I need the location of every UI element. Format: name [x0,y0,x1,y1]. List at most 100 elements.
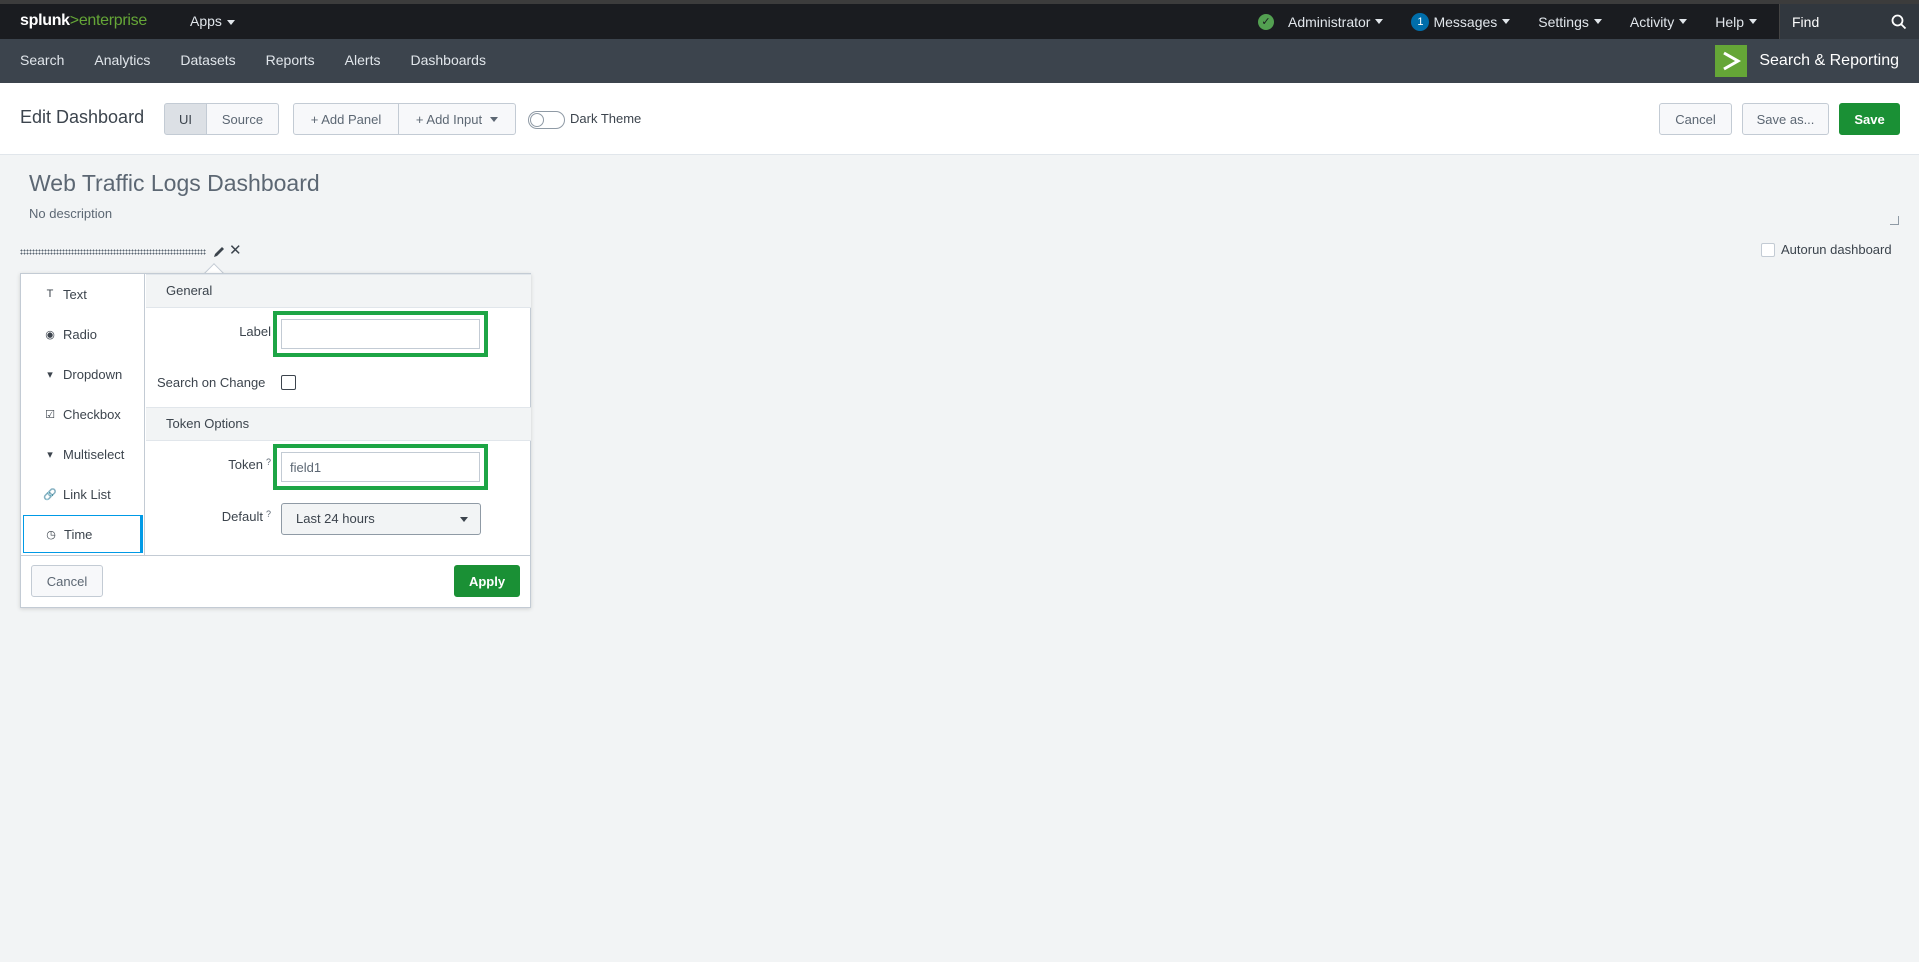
help-icon[interactable]: ? [266,457,271,467]
find-input[interactable]: Find [1779,4,1919,39]
dark-theme-toggle[interactable] [528,111,565,129]
app-logo-icon [1715,45,1748,77]
find-placeholder: Find [1792,13,1820,30]
link-type-icon: 🔗 [43,488,57,501]
add-input-button[interactable]: + Add Input [398,103,516,135]
app-nav: Search Analytics Datasets Reports Alerts… [20,52,516,68]
chevron-down-icon [460,517,468,522]
token-field-label: Token? [171,457,271,472]
source-mode-button[interactable]: Source [206,103,279,135]
user-label: Administrator [1287,13,1371,30]
text-type-icon: T [46,288,54,300]
nav-reports[interactable]: Reports [266,52,315,68]
default-label-text: Default [221,509,263,524]
pencil-icon[interactable] [212,245,226,259]
splunk-logo[interactable]: splunk>enterprise [20,12,147,30]
save-button[interactable]: Save [1839,103,1900,135]
checkbox-type-icon: ☑ [45,408,55,421]
dashboard-title[interactable]: Web Traffic Logs Dashboard [29,170,320,197]
general-section-header: General [146,274,531,308]
default-time-dropdown[interactable]: Last 24 hours [281,503,481,535]
search-on-change-checkbox[interactable] [281,375,296,390]
logo-text: splunk [20,12,70,29]
nav-alerts[interactable]: Alerts [345,52,381,68]
nav-datasets[interactable]: Datasets [180,52,235,68]
help-label: Help [1715,13,1744,30]
dashboard-description[interactable]: No description [29,206,112,221]
clock-icon: ◷ [46,528,56,541]
add-input-label: + Add Input [415,111,483,127]
type-label: Dropdown [63,366,123,382]
type-dropdown[interactable]: ▾ Dropdown [23,355,143,393]
dropdown-type-icon: ▾ [47,368,53,381]
nav-search[interactable]: Search [20,52,64,68]
type-time[interactable]: ◷ Time [23,515,143,553]
apps-menu[interactable]: Apps [190,13,235,29]
default-time-value: Last 24 hours [296,511,375,526]
add-panel-button[interactable]: + Add Panel [293,103,399,135]
input-type-list: T Text ◉ Radio ▾ Dropdown ☑ Checkbox ▾ Multis… [21,274,145,555]
messages-count-badge: 1 [1411,12,1430,31]
label-field-label: Label [239,324,271,339]
type-label: Multiselect [63,446,125,462]
autorun-checkbox[interactable]: Autorun dashboard [1761,242,1892,257]
label-input[interactable] [281,319,480,349]
chevron-down-icon [1502,19,1511,24]
cancel-button[interactable]: Cancel [1659,103,1732,135]
search-icon[interactable] [1891,14,1907,30]
nav-dashboards[interactable]: Dashboards [410,52,486,68]
edit-dashboard-title: Edit Dashboard [20,107,145,127]
autorun-label: Autorun dashboard [1781,242,1892,257]
token-input[interactable] [281,452,480,482]
logo-product: enterprise [78,12,147,29]
type-checkbox[interactable]: ☑ Checkbox [23,395,143,433]
chevron-down-icon [490,116,499,122]
dark-theme-label: Dark Theme [570,111,642,126]
type-label: Text [63,286,87,302]
type-text[interactable]: T Text [23,275,143,313]
drag-handle[interactable] [20,249,206,255]
type-label: Radio [63,326,97,342]
app-bar: Search Analytics Datasets Reports Alerts… [0,39,1919,83]
activity-label: Activity [1629,13,1675,30]
token-options-section-header: Token Options [146,407,531,441]
autorun-checkbox-box[interactable] [1761,242,1775,257]
type-radio[interactable]: ◉ Radio [23,315,143,353]
chevron-down-icon [1593,19,1602,24]
save-as-button[interactable]: Save as... [1742,103,1829,135]
app-title[interactable]: Search & Reporting [1715,45,1899,77]
radio-type-icon: ◉ [45,328,55,341]
type-label: Link List [63,486,111,502]
resize-grip-icon[interactable] [1890,216,1899,225]
settings-menu[interactable]: Settings [1538,14,1602,30]
activity-menu[interactable]: Activity [1629,13,1688,30]
popover-cancel-button[interactable]: Cancel [31,565,103,597]
health-ok-icon[interactable]: ✓ [1257,13,1274,30]
nav-analytics[interactable]: Analytics [94,52,150,68]
settings-label: Settings [1538,13,1589,30]
search-on-change-label: Search on Change [157,375,266,390]
toggle-knob [530,113,544,127]
ui-mode-button[interactable]: UI [164,103,207,135]
chevron-down-icon [1749,19,1757,24]
edit-toolbar: Edit Dashboard UI Source + Add Panel + A… [0,83,1919,155]
apply-button[interactable]: Apply [454,565,520,597]
chevron-down-icon [226,19,235,25]
apps-label: Apps [190,13,222,29]
close-icon[interactable]: ✕ [229,243,242,258]
token-label-text: Token [228,457,263,472]
type-label: Time [64,526,93,542]
type-multiselect[interactable]: ▾ Multiselect [23,435,143,473]
chevron-down-icon [1375,19,1384,24]
user-menu[interactable]: Administrator [1287,13,1384,30]
help-icon[interactable]: ? [266,509,271,519]
chevron-down-icon [1679,19,1688,24]
input-editor-popover: T Text ◉ Radio ▾ Dropdown ☑ Checkbox ▾ Multis… [20,273,531,608]
type-link-list[interactable]: 🔗 Link List [23,475,143,513]
multiselect-type-icon: ▾ [47,448,53,461]
app-name: Search & Reporting [1759,52,1899,69]
messages-menu[interactable]: 1 Messages [1411,12,1511,31]
messages-label: Messages [1433,13,1498,30]
popover-footer-divider [21,555,530,556]
help-menu[interactable]: Help [1715,14,1757,30]
